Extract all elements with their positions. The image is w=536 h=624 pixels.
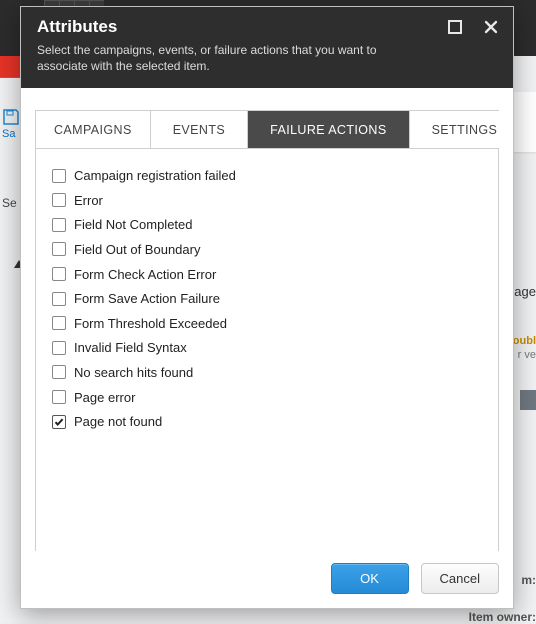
failure-action-row[interactable]: No search hits found bbox=[52, 360, 482, 385]
failure-action-row[interactable]: Page error bbox=[52, 385, 482, 410]
checkbox[interactable] bbox=[52, 169, 66, 183]
checkbox[interactable] bbox=[52, 292, 66, 306]
tab-events[interactable]: EVENTS bbox=[151, 111, 248, 148]
checkbox[interactable] bbox=[52, 267, 66, 281]
failure-action-row[interactable]: Error bbox=[52, 188, 482, 213]
failure-action-row[interactable]: Field Not Completed bbox=[52, 213, 482, 238]
attributes-dialog: Attributes Select the campaigns, events,… bbox=[20, 6, 514, 609]
failure-action-row[interactable]: Form Threshold Exceeded bbox=[52, 311, 482, 336]
failure-action-label: Page not found bbox=[74, 414, 162, 429]
background-right-text-fragment: age bbox=[514, 284, 536, 299]
cancel-button[interactable]: Cancel bbox=[421, 563, 499, 594]
failure-action-label: Field Out of Boundary bbox=[74, 242, 200, 257]
failure-action-row[interactable]: Field Out of Boundary bbox=[52, 237, 482, 262]
failure-action-row[interactable]: Form Save Action Failure bbox=[52, 286, 482, 311]
failure-action-label: Invalid Field Syntax bbox=[74, 340, 187, 355]
dialog-header: Attributes Select the campaigns, events,… bbox=[21, 7, 513, 88]
failure-action-label: Error bbox=[74, 193, 103, 208]
background-field-label-m: m: bbox=[521, 573, 536, 587]
failure-action-label: Form Check Action Error bbox=[74, 267, 216, 282]
checkbox[interactable] bbox=[52, 415, 66, 429]
tab-bar: CAMPAIGNS EVENTS FAILURE ACTIONS SETTING… bbox=[36, 111, 498, 149]
tab-campaigns[interactable]: CAMPAIGNS bbox=[36, 111, 151, 148]
dialog-window-controls bbox=[441, 13, 505, 41]
checkbox[interactable] bbox=[52, 390, 66, 404]
failure-action-label: Form Save Action Failure bbox=[74, 291, 220, 306]
failure-action-label: Page error bbox=[74, 390, 135, 405]
checkbox[interactable] bbox=[52, 193, 66, 207]
dialog-subtitle: Select the campaigns, events, or failure… bbox=[37, 42, 427, 74]
dialog-footer: OK Cancel bbox=[21, 551, 513, 608]
failure-actions-list: Campaign registration failed Error Field N… bbox=[36, 149, 498, 551]
background-search-fragment: Se bbox=[2, 196, 17, 210]
close-icon bbox=[483, 19, 499, 35]
check-icon bbox=[54, 417, 64, 427]
checkbox[interactable] bbox=[52, 242, 66, 256]
failure-action-row[interactable]: Form Check Action Error bbox=[52, 262, 482, 287]
close-button[interactable] bbox=[477, 13, 505, 41]
failure-action-row[interactable]: Campaign registration failed bbox=[52, 163, 482, 188]
failure-action-row[interactable]: Invalid Field Syntax bbox=[52, 336, 482, 361]
checkbox[interactable] bbox=[52, 365, 66, 379]
failure-action-row[interactable]: Page not found bbox=[52, 409, 482, 434]
ok-button[interactable]: OK bbox=[331, 563, 409, 594]
maximize-icon bbox=[447, 19, 463, 35]
background-right-bold-fragment: oubl bbox=[513, 335, 536, 347]
maximize-button[interactable] bbox=[441, 13, 469, 41]
failure-action-label: No search hits found bbox=[74, 365, 193, 380]
tabs-container: CAMPAIGNS EVENTS FAILURE ACTIONS SETTING… bbox=[35, 110, 499, 551]
background-right-muted-fragment: r ve bbox=[518, 349, 536, 361]
dialog-title: Attributes bbox=[37, 17, 497, 37]
background-save-button: Sa bbox=[2, 108, 20, 140]
checkbox[interactable] bbox=[52, 218, 66, 232]
checkbox[interactable] bbox=[52, 316, 66, 330]
background-right-darkbar bbox=[520, 390, 536, 410]
failure-action-label: Campaign registration failed bbox=[74, 168, 236, 183]
tab-settings[interactable]: SETTINGS bbox=[410, 111, 513, 148]
checkbox[interactable] bbox=[52, 341, 66, 355]
tab-failure-actions[interactable]: FAILURE ACTIONS bbox=[248, 111, 409, 148]
failure-action-label: Form Threshold Exceeded bbox=[74, 316, 227, 331]
dialog-body: CAMPAIGNS EVENTS FAILURE ACTIONS SETTING… bbox=[21, 88, 513, 551]
save-icon bbox=[2, 108, 20, 126]
failure-action-label: Field Not Completed bbox=[74, 217, 193, 232]
